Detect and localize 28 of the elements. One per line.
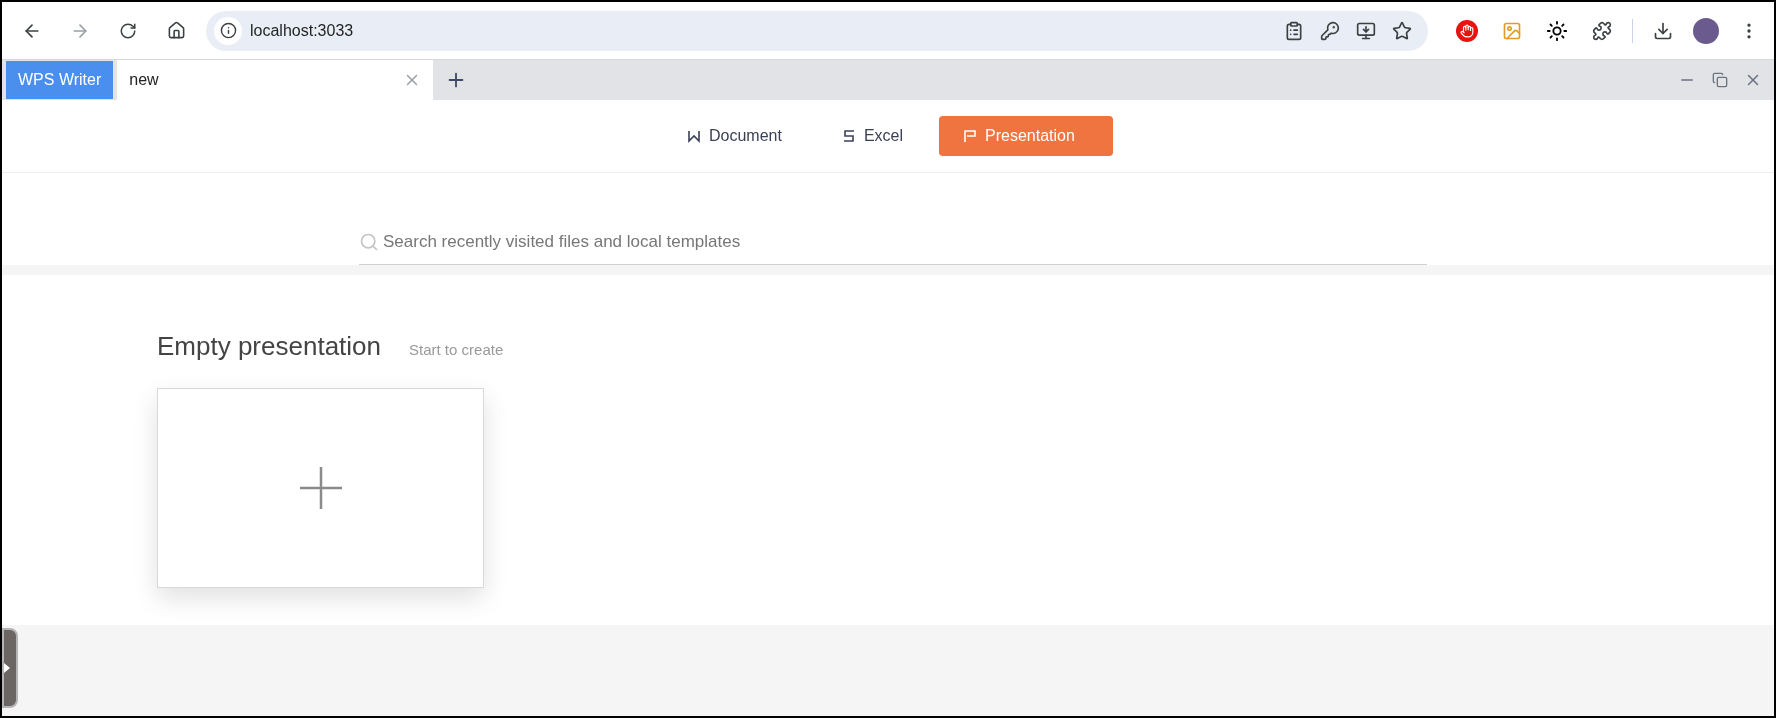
address-bar[interactable]: localhost:3033: [206, 10, 1428, 51]
tab-title: new: [129, 70, 159, 90]
mode-tab[interactable]: Document: [662, 116, 806, 156]
search-icon: [359, 231, 379, 252]
star-icon[interactable]: [1392, 20, 1412, 41]
file-tab[interactable]: new: [117, 60, 434, 100]
key-icon[interactable]: [1320, 20, 1340, 41]
home-icon: [166, 21, 186, 40]
w-letter-icon: [686, 129, 701, 143]
section-title: Empty presentation: [157, 330, 381, 363]
section-subtitle: Start to create: [409, 340, 504, 360]
download-icon[interactable]: [1653, 20, 1673, 41]
info-icon[interactable]: [214, 16, 242, 45]
side-handle[interactable]: [2, 628, 18, 708]
s-letter-icon: [841, 129, 856, 143]
install-icon[interactable]: [1356, 20, 1376, 41]
play-icon: [4, 663, 10, 673]
sun-icon[interactable]: [1546, 19, 1568, 42]
url-text: localhost:3033: [250, 20, 354, 41]
search-field[interactable]: Search recently visited files and local templates: [383, 221, 1427, 262]
mode-tab[interactable]: Excel: [817, 116, 927, 156]
reload-icon: [119, 21, 137, 40]
avatar[interactable]: [1693, 17, 1719, 44]
puzzle-icon[interactable]: [1592, 20, 1612, 41]
clipboard-icon[interactable]: [1284, 20, 1304, 41]
stop-hand-icon[interactable]: [1456, 19, 1478, 42]
p-letter-icon: [963, 129, 977, 143]
plus-icon: [299, 467, 342, 509]
